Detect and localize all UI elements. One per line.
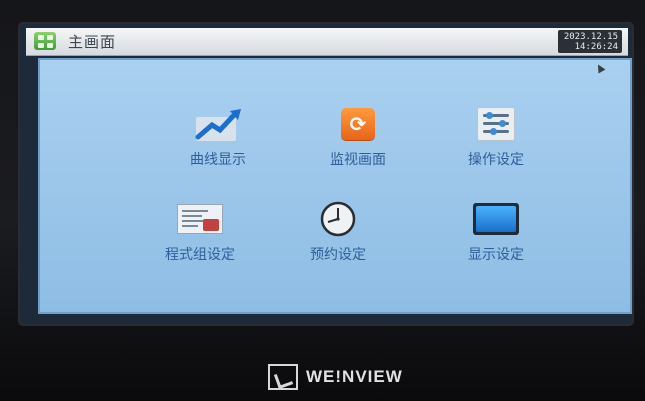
menu-item-label: 操作设定 (468, 152, 524, 168)
menu-item-monitor-screen[interactable]: ⟳ 监视画面 (298, 105, 418, 185)
menu-item-label: 程式组设定 (165, 247, 235, 263)
date-text: 2023.12.15 (563, 32, 618, 42)
menu-item-label: 显示设定 (468, 247, 524, 263)
monitor-icon-wrap: ⟳ (332, 105, 384, 143)
program-icon-wrap (174, 200, 226, 238)
menu-item-program-group-settings[interactable]: 程式组设定 (130, 200, 270, 280)
brand-name: WE!NVIEW (306, 367, 403, 386)
title-bar: 主画面 2023.12.15 14:26:24 (26, 28, 628, 56)
menu-item-display-settings[interactable]: 显示设定 (436, 200, 556, 280)
display-icon-wrap (470, 200, 522, 238)
monitor-refresh-icon: ⟳ (341, 108, 375, 140)
menu-item-label: 监视画面 (330, 152, 386, 168)
trend-curve-icon (192, 105, 244, 143)
sliders-settings-icon (477, 107, 515, 141)
sliders-icon-wrap (470, 105, 522, 143)
brand-logo: WE!NVIEW (268, 363, 403, 391)
display-icon (473, 203, 519, 235)
menu-item-label: 曲线显示 (190, 152, 246, 168)
window-title: 主画面 (68, 33, 117, 51)
home-grid-icon[interactable] (34, 32, 56, 50)
menu-item-label: 预约设定 (310, 247, 366, 263)
main-menu-panel: 曲线显示 ⟳ 监视画面 操作设定 程式组设定 预约设定 显示设定 (38, 58, 632, 314)
menu-item-schedule-settings[interactable]: 预约设定 (278, 200, 398, 280)
clock-icon (312, 200, 364, 238)
menu-item-operation-settings[interactable]: 操作设定 (436, 105, 556, 185)
program-group-icon (177, 204, 223, 234)
time-text: 14:26:24 (574, 42, 618, 52)
menu-item-curve-display[interactable]: 曲线显示 (158, 105, 278, 185)
weinview-logo-icon (268, 364, 298, 390)
date-time-display: 2023.12.15 14:26:24 (558, 30, 622, 53)
